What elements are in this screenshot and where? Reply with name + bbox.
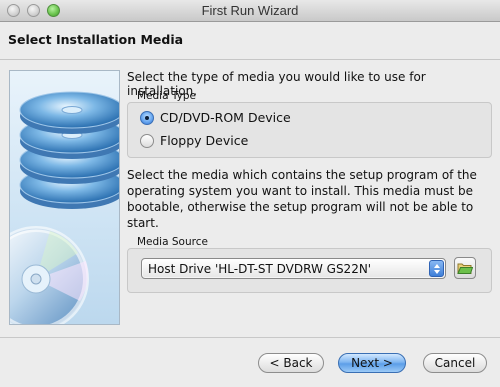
footer-divider [0, 337, 500, 338]
first-run-wizard-window: First Run Wizard Select Installation Med… [0, 0, 500, 387]
browse-media-button[interactable] [454, 257, 476, 279]
updown-arrows-icon[interactable] [429, 260, 444, 277]
title-bar: First Run Wizard [0, 0, 500, 22]
page-header: Select Installation Media [0, 22, 500, 60]
window-title: First Run Wizard [201, 3, 299, 18]
radio-unselected-icon[interactable] [140, 133, 154, 148]
cancel-button[interactable]: Cancel [423, 353, 487, 373]
back-button[interactable]: < Back [258, 353, 324, 373]
radio-cd-dvd[interactable]: CD/DVD-ROM Device [140, 110, 291, 125]
media-source-select[interactable]: Host Drive 'HL-DT-ST DVDRW GS22N' [141, 258, 446, 279]
radio-selected-icon[interactable] [140, 110, 154, 125]
folder-open-icon [457, 263, 473, 274]
media-source-description: Select the media which contains the setu… [127, 168, 477, 230]
cd-stack-illustration [9, 70, 120, 325]
page-title: Select Installation Media [8, 32, 184, 47]
next-button[interactable]: Next > [338, 353, 406, 373]
media-source-value: Host Drive 'HL-DT-ST DVDRW GS22N' [148, 262, 372, 276]
radio-cd-dvd-label: CD/DVD-ROM Device [160, 110, 291, 125]
radio-floppy-label: Floppy Device [160, 133, 249, 148]
media-source-label: Media Source [137, 236, 208, 248]
media-type-label: Media Type [137, 90, 196, 102]
cd-stack-icon [10, 91, 119, 324]
radio-floppy[interactable]: Floppy Device [140, 133, 248, 148]
